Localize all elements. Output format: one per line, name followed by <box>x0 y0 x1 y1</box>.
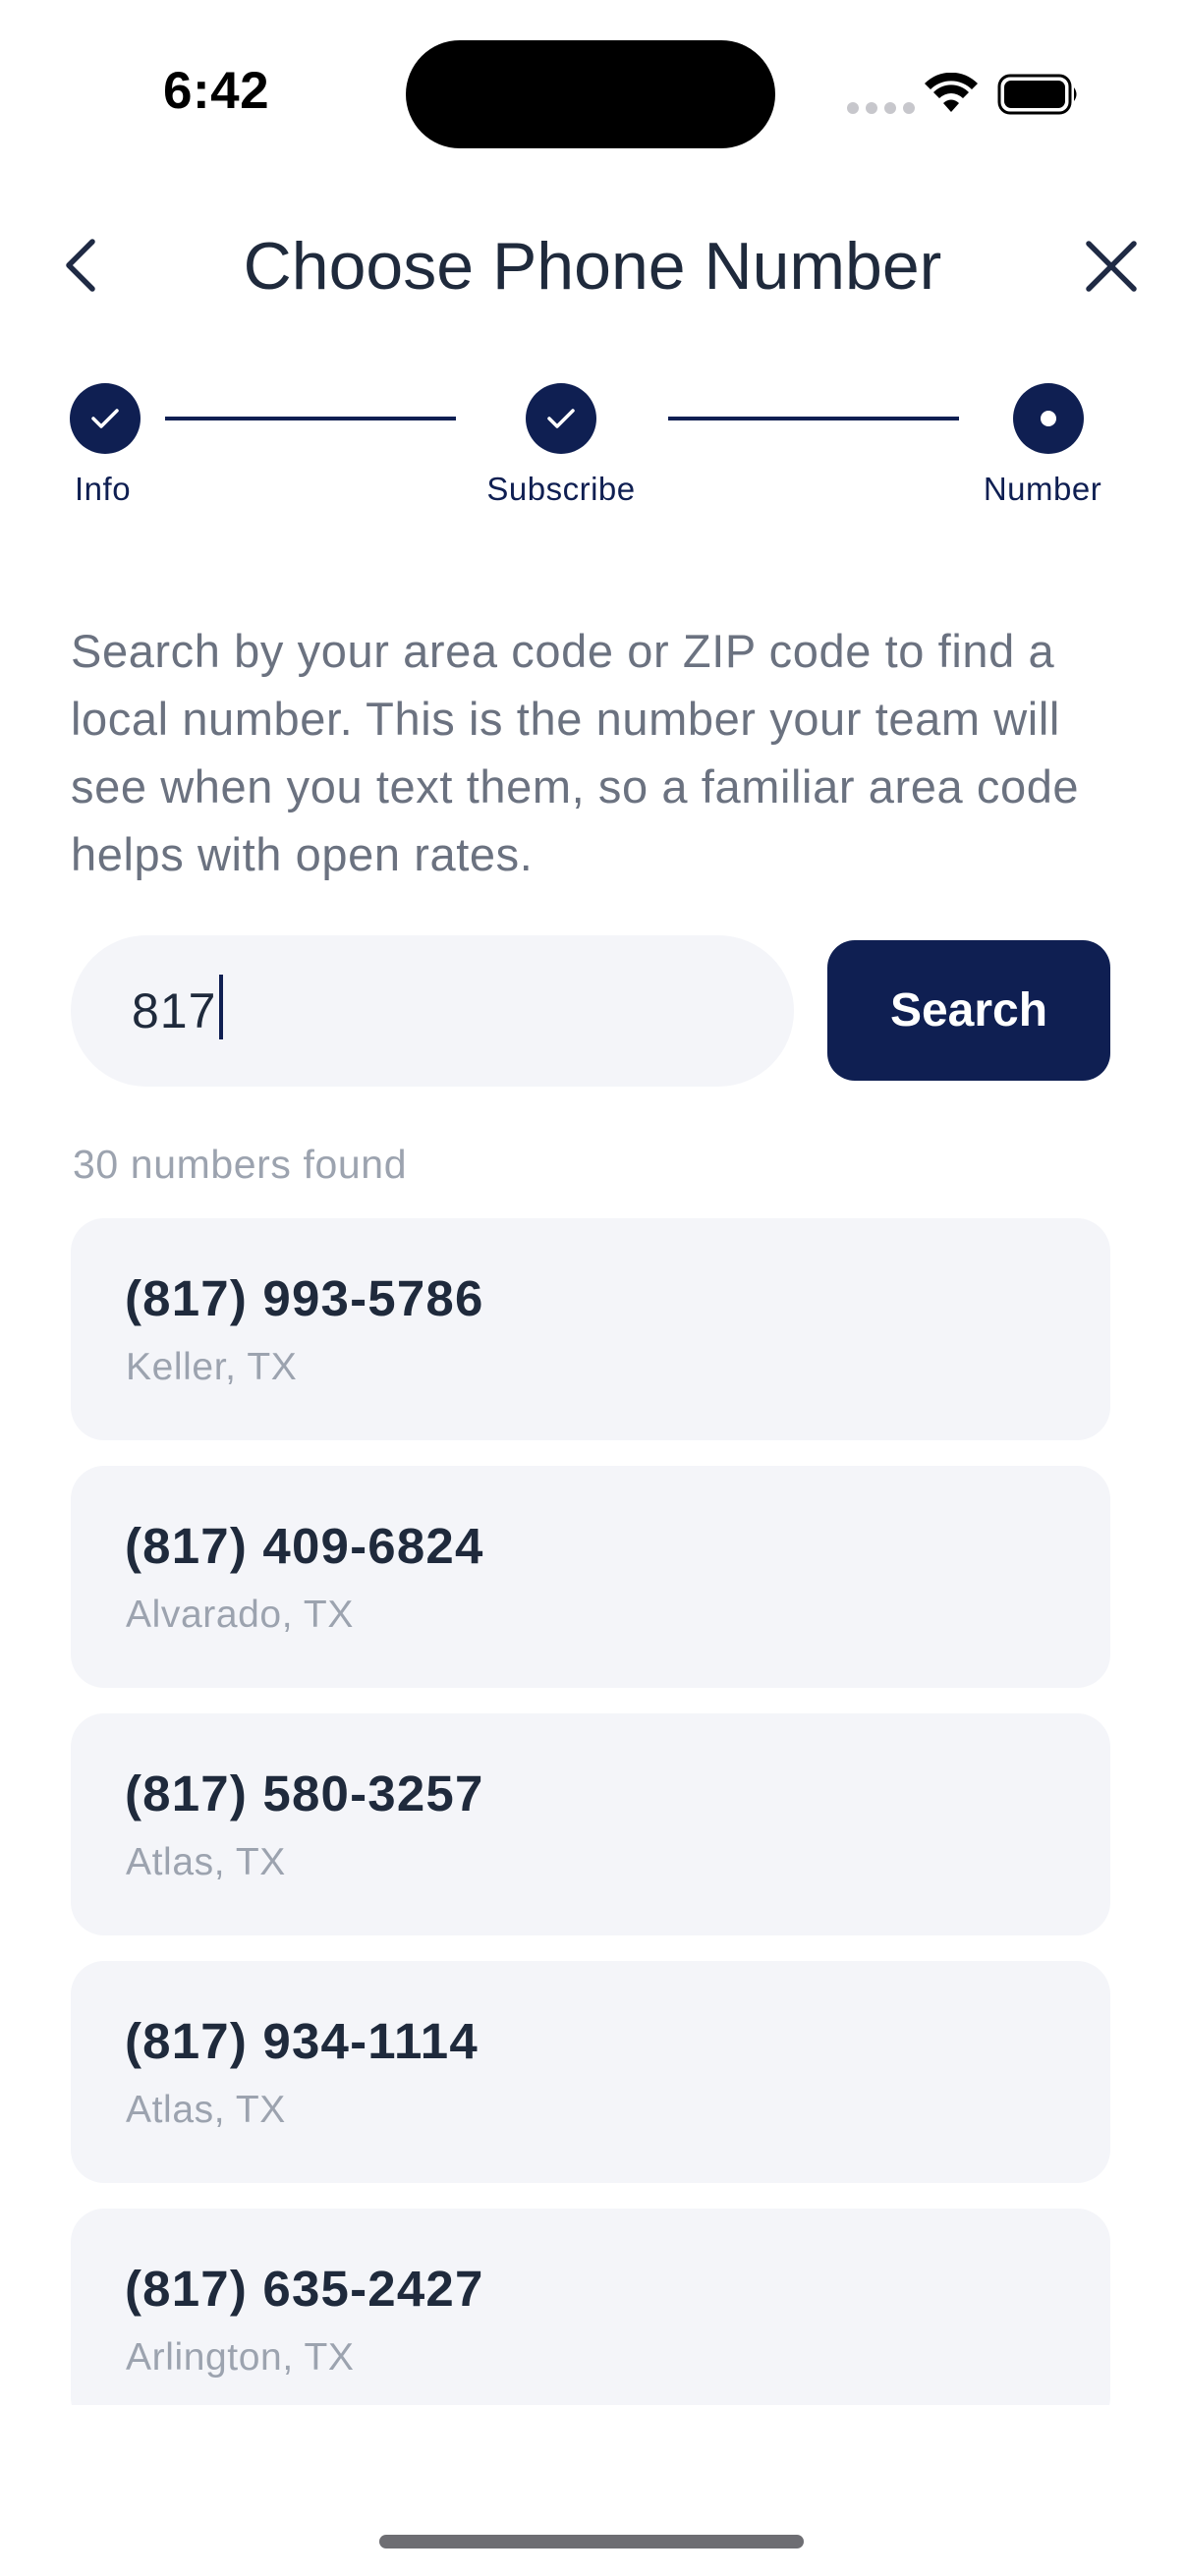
phone-number-location: Keller, TX <box>126 1346 298 1388</box>
page-title: Choose Phone Number <box>243 229 942 304</box>
checkmark-icon <box>547 409 575 428</box>
search-instructions: Search by your area code or ZIP code to … <box>71 625 1080 880</box>
text-caret <box>219 975 224 1039</box>
step-info-complete <box>70 383 141 454</box>
step-label-number: Number <box>983 471 1102 507</box>
battery-icon <box>997 74 1077 115</box>
phone-number-option[interactable]: (817) 993-5786 Keller, TX <box>71 1218 1110 1440</box>
results-count: 30 numbers found <box>73 1142 408 1187</box>
step-connector <box>165 417 456 420</box>
phone-number-option[interactable]: (817) 934-1114 Atlas, TX <box>71 1961 1110 2183</box>
phone-number-location: Atlas, TX <box>126 1841 286 1883</box>
current-step-dot-icon <box>1041 411 1056 426</box>
status-time: 6:42 <box>163 62 270 120</box>
phone-number-location: Alvarado, TX <box>126 1594 354 1636</box>
cellular-signal-icon <box>847 102 915 114</box>
home-indicator <box>379 2535 804 2548</box>
phone-number: (817) 635-2427 <box>125 2261 484 2317</box>
close-icon[interactable] <box>1083 238 1140 295</box>
phone-number-option[interactable]: (817) 580-3257 Atlas, TX <box>71 1713 1110 1935</box>
phone-number: (817) 580-3257 <box>125 1765 484 1821</box>
phone-number-option[interactable]: (817) 635-2427 Arlington, TX <box>71 2209 1110 2405</box>
phone-number: (817) 993-5786 <box>125 1270 484 1326</box>
phone-number-location: Atlas, TX <box>126 2089 286 2131</box>
step-connector <box>668 417 959 420</box>
step-number-current <box>1013 383 1084 454</box>
search-button[interactable]: Search <box>827 940 1110 1081</box>
phone-number-location: Arlington, TX <box>126 2336 355 2379</box>
checkmark-icon <box>91 409 119 428</box>
step-label-subscribe: Subscribe <box>486 471 636 507</box>
phone-number: (817) 934-1114 <box>125 2013 479 2069</box>
wifi-icon <box>925 73 978 112</box>
phone-number-option[interactable]: (817) 409-6824 Alvarado, TX <box>71 1466 1110 1688</box>
area-code-search-input[interactable]: 817 <box>71 935 794 1087</box>
phone-number-list[interactable]: (817) 993-5786 Keller, TX (817) 409-6824… <box>71 1218 1110 2405</box>
step-label-info: Info <box>75 471 132 507</box>
phone-number: (817) 409-6824 <box>125 1518 484 1574</box>
search-input-value: 817 <box>132 983 217 1038</box>
step-subscribe-complete <box>526 383 596 454</box>
dynamic-island <box>406 40 775 148</box>
